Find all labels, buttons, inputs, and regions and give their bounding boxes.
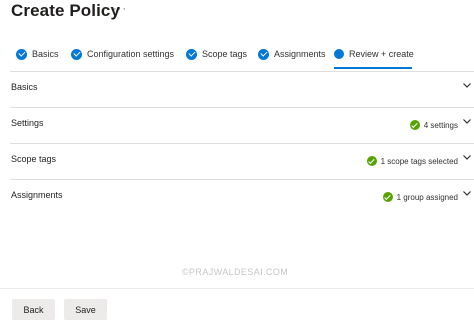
chevron-down-icon[interactable]: [462, 116, 472, 126]
save-button[interactable]: Save: [64, 299, 107, 320]
section-status: 1 scope tags selected: [366, 156, 458, 166]
watermark: ©PRAJWALDESAI.COM: [182, 267, 289, 277]
section-settings[interactable]: Settings 4 settings: [10, 107, 474, 143]
tab-assignments[interactable]: Assignments: [258, 44, 326, 70]
back-button[interactable]: Back: [12, 299, 55, 320]
success-check-icon: [382, 192, 393, 202]
section-assignments[interactable]: Assignments 1 group assigned: [10, 179, 474, 215]
tab-label: Review + create: [349, 49, 414, 59]
checkmark-icon: [186, 48, 197, 60]
status-text: 1 group assigned: [396, 192, 458, 202]
section-name: Scope tags: [11, 154, 57, 164]
chevron-down-icon[interactable]: [462, 80, 472, 90]
checkmark-icon: [71, 48, 82, 60]
checkmark-icon: [258, 48, 269, 60]
status-text: 1 scope tags selected: [380, 156, 458, 166]
section-scope-tags[interactable]: Scope tags 1 scope tags selected: [10, 143, 474, 179]
section-name: Assignments: [11, 190, 63, 200]
section-status: 1 group assigned: [382, 192, 458, 202]
status-text: 4 settings: [423, 120, 458, 130]
section-name: Basics: [11, 82, 38, 92]
tab-label: Scope tags: [202, 49, 248, 59]
more-options-icon[interactable]: ···: [113, 3, 127, 15]
tab-label: Configuration settings: [87, 49, 175, 59]
success-check-icon: [366, 156, 377, 166]
success-check-icon: [409, 120, 420, 130]
tab-label: Basics: [32, 49, 59, 59]
footer-bar: Back Save: [0, 288, 474, 327]
wizard-tabs: Basics Configuration settings Scope tags…: [0, 44, 474, 70]
section-name: Settings: [11, 118, 44, 128]
checkmark-icon: [16, 48, 27, 60]
section-basics[interactable]: Basics: [10, 71, 474, 107]
tab-label: Assignments: [274, 49, 326, 59]
tab-configuration-settings[interactable]: Configuration settings: [71, 44, 174, 70]
chevron-down-icon[interactable]: [462, 188, 472, 198]
chevron-down-icon[interactable]: [462, 152, 472, 162]
current-step-dot-icon: [334, 49, 344, 59]
tab-scope-tags[interactable]: Scope tags: [186, 44, 247, 70]
page-title: Create Policy: [11, 1, 121, 20]
tab-review-create[interactable]: Review + create: [334, 44, 414, 70]
section-status: 4 settings: [409, 120, 458, 130]
tab-basics[interactable]: Basics: [16, 44, 59, 70]
